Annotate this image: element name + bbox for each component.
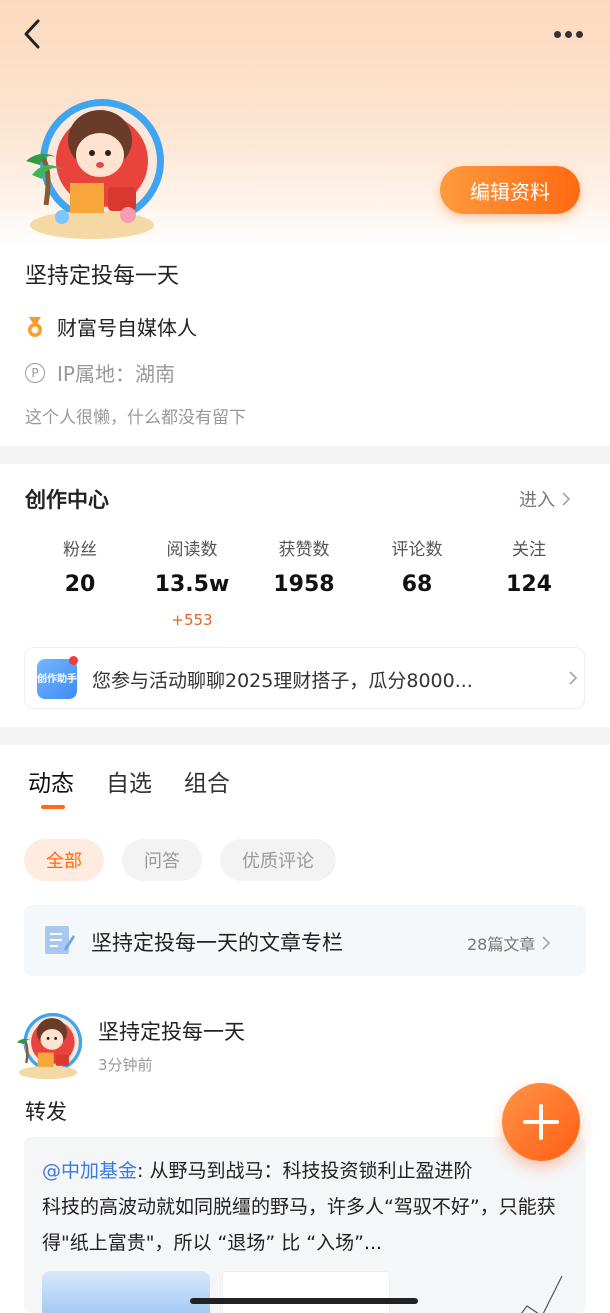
post-timestamp: 3分钟前 — [98, 1056, 153, 1074]
article-count-text: 28篇文章 — [467, 935, 536, 954]
back-button[interactable] — [18, 16, 52, 52]
notification-dot — [69, 656, 78, 665]
section-divider — [0, 446, 610, 464]
stat-label: 获赞数 — [278, 540, 330, 560]
back-arrow-icon — [24, 19, 40, 49]
stat-likes[interactable]: 获赞数 1958 — [254, 535, 354, 597]
reposted-article-card[interactable]: @中加基金: 从野马到战马：科技投资锁利止盈进阶 科技的高波动就如同脱缰的野马，… — [24, 1137, 586, 1313]
stat-comments[interactable]: 评论数 68 — [367, 535, 467, 597]
chevron-right-icon — [562, 492, 571, 506]
medal-icon — [28, 316, 42, 337]
post-action-text: 转发 — [25, 1100, 67, 1124]
article-image[interactable] — [42, 1271, 210, 1313]
enter-label: 进入 — [519, 490, 555, 511]
stat-value: 68 — [401, 572, 433, 597]
stat-label: 评论数 — [391, 540, 443, 560]
avatar-illustration-icon — [16, 1012, 83, 1080]
ip-location-row: P IP属地：湖南 — [25, 358, 175, 387]
stat-label: 粉丝 — [63, 540, 97, 560]
active-tab-indicator — [41, 805, 65, 809]
article-document-icon — [45, 926, 75, 954]
reposted-body: 科技的高波动就如同脱缰的野马，许多人“驾驭不好”，只能获得"纸上富贵"，所以 “… — [42, 1196, 556, 1254]
article-column-title: 坚持定投每一天的文章专栏 — [91, 931, 343, 955]
reposted-images — [42, 1271, 572, 1313]
creator-stats: 粉丝 20 阅读数 13.5w +553 获赞数 1958 评论数 68 关注 … — [0, 535, 610, 635]
avatar-illustration-icon — [26, 99, 164, 239]
filter-chips: 全部 问答 优质评论 — [24, 839, 336, 881]
stat-reads[interactable]: 阅读数 13.5w +553 — [142, 535, 242, 629]
stat-value: 13.5w — [154, 572, 230, 597]
more-dot-icon — [554, 30, 561, 38]
reposted-title: : 从野马到战马：科技投资锁利止盈进阶 — [137, 1160, 473, 1182]
profile-username: 坚持定投每一天 — [25, 264, 180, 289]
creator-badge-row[interactable]: 财富号自媒体人 — [25, 312, 197, 341]
chart-thumbnail-icon — [521, 1275, 563, 1313]
article-image[interactable] — [402, 1271, 570, 1313]
creator-badge-label: 财富号自媒体人 — [57, 316, 197, 340]
home-indicator[interactable] — [190, 1298, 418, 1304]
filter-qa[interactable]: 问答 — [122, 839, 202, 881]
tab-portfolio[interactable]: 组合 — [184, 764, 230, 798]
profile-bio: 这个人很懒，什么都没有留下 — [25, 408, 246, 428]
edit-profile-button[interactable]: 编辑资料 — [440, 166, 580, 214]
reposted-article-text: @中加基金: 从野马到战马：科技投资锁利止盈进阶 科技的高波动就如同脱缰的野马，… — [42, 1153, 572, 1261]
create-post-button[interactable] — [502, 1083, 580, 1161]
tab-watchlist[interactable]: 自选 — [106, 764, 152, 798]
stat-value: 124 — [506, 572, 552, 597]
article-image[interactable] — [222, 1271, 390, 1313]
filter-quality-comments[interactable]: 优质评论 — [220, 839, 336, 881]
location-p-icon: P — [25, 362, 45, 383]
tab-dynamics[interactable]: 动态 — [28, 764, 74, 798]
stat-label: 阅读数 — [166, 540, 218, 560]
assistant-message: 您参与活动聊聊2025理财搭子，瓜分8000... — [92, 670, 473, 692]
more-dot-icon — [576, 30, 583, 38]
stat-following[interactable]: 关注 124 — [479, 535, 579, 597]
stat-label: 关注 — [512, 540, 546, 560]
profile-avatar[interactable] — [22, 95, 170, 243]
more-dot-icon — [565, 30, 572, 38]
creator-center-title: 创作中心 — [25, 488, 109, 512]
chevron-right-icon — [569, 671, 578, 685]
article-count: 28篇文章 — [467, 931, 551, 955]
creator-center-enter-link[interactable]: 进入 — [519, 486, 571, 512]
post-author-avatar[interactable] — [15, 1011, 85, 1081]
filter-all[interactable]: 全部 — [24, 839, 104, 881]
plus-icon — [523, 1104, 559, 1140]
stat-fans[interactable]: 粉丝 20 — [30, 535, 130, 597]
content-tabs: 动态 自选 组合 — [28, 764, 230, 798]
article-column-card[interactable]: 坚持定投每一天的文章专栏 28篇文章 — [24, 905, 586, 976]
stat-value: 1958 — [273, 572, 335, 597]
chevron-right-icon — [542, 936, 551, 950]
stat-delta: +553 — [171, 611, 213, 629]
post-author-name[interactable]: 坚持定投每一天 — [98, 1016, 245, 1046]
creator-assistant-banner[interactable]: 创作助手 您参与活动聊聊2025理财搭子，瓜分8000... — [24, 647, 585, 709]
more-options-button[interactable] — [554, 22, 590, 46]
creator-assistant-icon: 创作助手 — [37, 659, 77, 699]
stat-value: 20 — [64, 572, 96, 597]
ip-location-text: IP属地：湖南 — [57, 362, 175, 386]
mention-link[interactable]: @中加基金 — [42, 1160, 137, 1182]
section-divider — [0, 727, 610, 745]
